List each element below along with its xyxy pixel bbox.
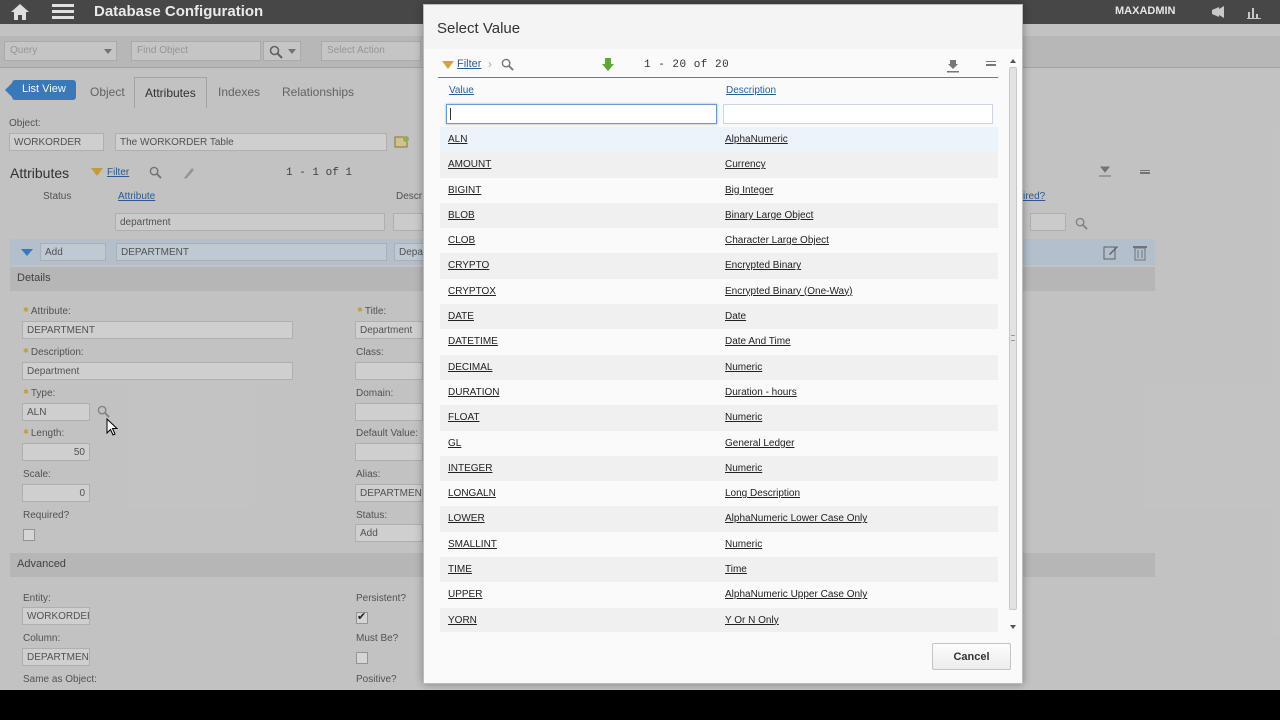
- table-row[interactable]: GL General Ledger: [440, 431, 998, 456]
- description-link[interactable]: Encrypted Binary: [725, 260, 801, 271]
- table-row[interactable]: DATE Date: [440, 304, 998, 330]
- value-link[interactable]: DURATION: [448, 387, 499, 398]
- table-row[interactable]: CLOB Character Large Object: [440, 228, 998, 253]
- table-row[interactable]: BIGINT Big Integer: [440, 178, 998, 203]
- table-row[interactable]: SMALLINT Numeric: [440, 532, 998, 557]
- table-row[interactable]: CRYPTO Encrypted Binary: [440, 253, 998, 279]
- table-row[interactable]: DURATION Duration - hours: [440, 380, 998, 405]
- filter-icon[interactable]: [442, 61, 454, 69]
- description-link[interactable]: General Ledger: [725, 438, 795, 449]
- value-link[interactable]: LONGALN: [448, 488, 496, 499]
- col-description-header[interactable]: Description: [726, 85, 776, 96]
- description-link[interactable]: AlphaNumeric Upper Case Only: [725, 589, 867, 600]
- value-link[interactable]: SMALLINT: [448, 539, 497, 550]
- table-row[interactable]: FLOAT Numeric: [440, 405, 998, 431]
- description-link[interactable]: Numeric: [725, 412, 762, 423]
- table-row[interactable]: LONGALN Long Description: [440, 481, 998, 506]
- description-link[interactable]: Big Integer: [725, 185, 773, 196]
- value-link[interactable]: BLOB: [448, 210, 475, 221]
- description-link[interactable]: Binary Large Object: [725, 210, 813, 221]
- download-arrow-icon[interactable]: [601, 57, 615, 73]
- table-row[interactable]: AMOUNT Currency: [440, 152, 998, 178]
- dialog-filter-link[interactable]: Filter: [457, 58, 481, 70]
- value-link[interactable]: INTEGER: [448, 463, 492, 474]
- value-link[interactable]: CRYPTOX: [448, 286, 496, 297]
- value-link[interactable]: TIME: [448, 564, 472, 575]
- table-row[interactable]: INTEGER Numeric: [440, 455, 998, 482]
- value-filter-input[interactable]: [446, 104, 717, 124]
- scroll-grip-icon: [1011, 335, 1015, 341]
- table-row[interactable]: ALN AlphaNumeric: [440, 127, 998, 153]
- scroll-up-icon[interactable]: [1010, 59, 1016, 63]
- dialog-pager: 1 - 20 of 20: [644, 59, 730, 71]
- description-link[interactable]: Numeric: [725, 463, 762, 474]
- value-link[interactable]: UPPER: [448, 589, 482, 600]
- description-link[interactable]: Numeric: [725, 362, 762, 373]
- value-link[interactable]: YORN: [448, 615, 477, 626]
- description-link[interactable]: Numeric: [725, 539, 762, 550]
- minimize-icon[interactable]: [986, 61, 996, 66]
- table-row[interactable]: DECIMAL Numeric: [440, 354, 998, 380]
- value-link[interactable]: ALN: [448, 134, 467, 145]
- description-link[interactable]: Time: [725, 564, 747, 575]
- description-link[interactable]: Currency: [725, 159, 766, 170]
- description-link[interactable]: Y Or N Only: [725, 615, 779, 626]
- cancel-button[interactable]: Cancel: [932, 643, 1011, 670]
- value-link[interactable]: LOWER: [448, 513, 485, 524]
- export-icon[interactable]: [946, 59, 960, 73]
- description-filter-input[interactable]: [723, 104, 993, 124]
- value-link[interactable]: DATE: [448, 311, 474, 322]
- description-link[interactable]: Encrypted Binary (One-Way): [725, 286, 852, 297]
- value-link[interactable]: AMOUNT: [448, 159, 491, 170]
- table-row[interactable]: CRYPTOX Encrypted Binary (One-Way): [440, 279, 998, 304]
- scroll-down-icon[interactable]: [1010, 625, 1016, 629]
- value-link[interactable]: FLOAT: [448, 412, 479, 423]
- value-link[interactable]: BIGINT: [448, 185, 481, 196]
- value-link[interactable]: CLOB: [448, 235, 475, 246]
- description-link[interactable]: Long Description: [725, 488, 800, 499]
- description-link[interactable]: Date: [725, 311, 746, 322]
- dialog-title: Select Value: [437, 20, 521, 37]
- table-row[interactable]: DATETIME Date And Time: [440, 329, 998, 354]
- description-link[interactable]: Character Large Object: [725, 235, 829, 246]
- dialog-scrollbar[interactable]: [1007, 57, 1019, 632]
- value-link[interactable]: DATETIME: [448, 336, 498, 347]
- dialog-table-toolbar: Filter › 1 - 20 of 20: [438, 56, 998, 78]
- table-row[interactable]: LOWER AlphaNumeric Lower Case Only: [440, 506, 998, 532]
- description-link[interactable]: Date And Time: [725, 336, 791, 347]
- find-icon[interactable]: [501, 58, 514, 71]
- description-link[interactable]: AlphaNumeric: [725, 134, 788, 145]
- select-value-dialog: Select Value Filter › 1 - 20 of 20 Value…: [423, 4, 1023, 684]
- chevron-right-icon: ›: [488, 57, 492, 71]
- value-link[interactable]: CRYPTO: [448, 260, 489, 271]
- table-row[interactable]: BLOB Binary Large Object: [440, 202, 998, 229]
- table-row[interactable]: YORN Y Or N Only: [440, 607, 998, 632]
- description-link[interactable]: Duration - hours: [725, 387, 797, 398]
- bottom-black-bar: [0, 690, 1280, 720]
- table-row[interactable]: UPPER AlphaNumeric Upper Case Only: [440, 582, 998, 607]
- value-list: ALN AlphaNumeric AMOUNT Currency BIGINT Big I…: [440, 127, 998, 632]
- table-row[interactable]: TIME Time: [440, 557, 998, 583]
- description-link[interactable]: AlphaNumeric Lower Case Only: [725, 513, 867, 524]
- value-link[interactable]: GL: [448, 438, 461, 449]
- col-value-header[interactable]: Value: [449, 85, 474, 96]
- value-link[interactable]: DECIMAL: [448, 362, 492, 373]
